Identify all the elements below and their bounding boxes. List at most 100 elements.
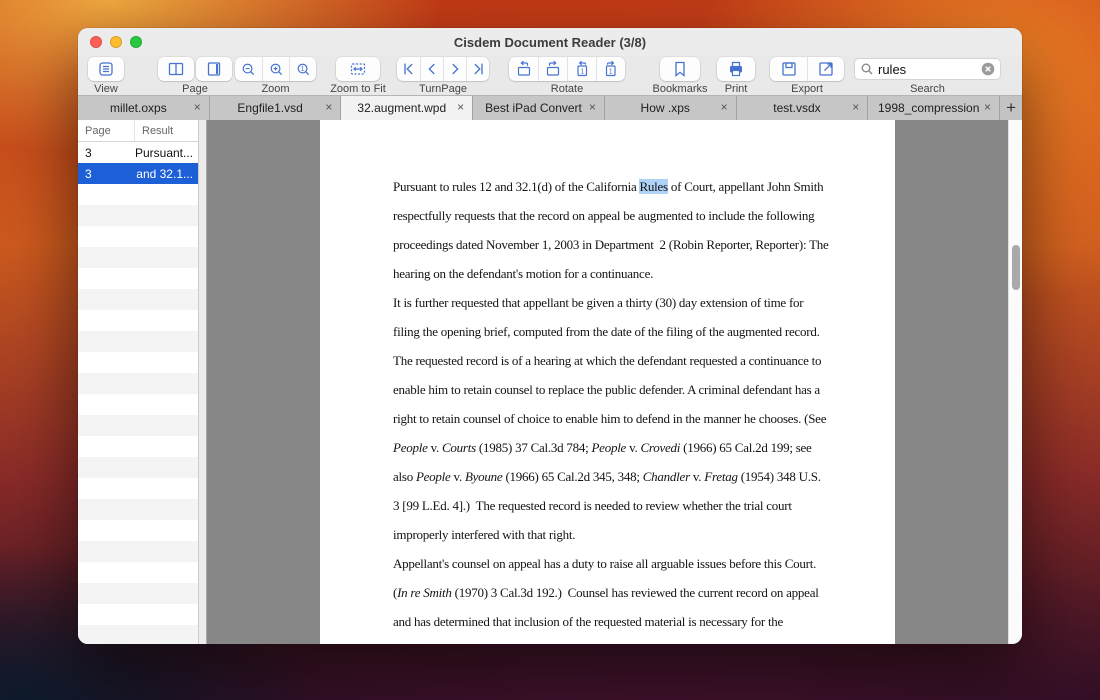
rotate-right-one-icon: 1 [602,60,620,78]
toolbar-label-bookmarks: Bookmarks [652,83,707,95]
app-window: Cisdem Document Reader (3/8) View [78,28,1022,644]
result-row[interactable]: 3and 32.1... [78,163,198,184]
toolbar-group-view: View [88,56,124,96]
sidebar-results: 3Pursuant...3and 32.1... [78,142,198,644]
search-field[interactable] [854,58,1001,80]
facing-pages-button[interactable] [158,57,194,81]
empty-row [78,478,198,499]
toolbar-group-search: Search [854,56,1001,96]
next-page-button[interactable] [443,57,466,81]
tab-close-icon[interactable]: × [718,101,731,114]
toolbar-label-page: Page [182,83,208,95]
document-line: It is further requested that appellant b… [393,288,823,317]
zoom-window-button[interactable] [130,36,142,48]
result-snippet: and 32.1... [102,167,198,181]
column-header-page[interactable]: Page [78,120,135,141]
empty-row [78,520,198,541]
tab-Engfile1.vsd[interactable]: Engfile1.vsd× [210,96,342,120]
empty-row [78,541,198,562]
rotate-right-one-button[interactable]: 1 [596,57,625,81]
document-line: filing the opening brief, computed from … [393,317,823,346]
sidebar-divider[interactable] [198,120,207,644]
toolbar-label-print: Print [725,83,748,95]
rotate-right-button[interactable] [538,57,567,81]
close-window-button[interactable] [90,36,102,48]
rotate-left-button[interactable] [509,57,538,81]
tab-close-icon[interactable]: × [191,101,204,114]
single-page-button[interactable] [196,57,232,81]
document-line: Pursuant to rules 12 and 32.1(d) of the … [393,172,823,201]
svg-text:1: 1 [580,68,584,75]
search-icon [860,62,874,76]
rotate-left-one-button[interactable]: 1 [567,57,596,81]
empty-row [78,583,198,604]
tab-close-icon[interactable]: × [586,101,599,114]
first-page-button[interactable] [397,57,420,81]
bookmark-icon [671,60,689,78]
tab-label: 1998_compression [878,101,979,115]
tab-close-icon[interactable]: × [454,101,467,114]
document-area: Pursuant to rules 12 and 32.1(d) of the … [207,120,1008,644]
search-input[interactable] [874,62,981,77]
view-list-icon [97,60,115,78]
toolbar-label-export: Export [791,83,823,95]
share-icon [817,60,835,78]
single-page-icon [205,60,223,78]
tab-test.vsdx[interactable]: test.vsdx × [737,96,869,120]
result-page-number: 3 [78,167,102,181]
export-save-button[interactable] [770,57,807,81]
column-header-result[interactable]: Result [135,120,198,141]
toolbar-group-turnpage: TurnPage [397,56,489,96]
document-line: also People v. Byoune (1966) 65 Cal.2d 3… [393,462,823,491]
tab-label: Best iPad Convert [485,101,582,115]
tab-close-icon[interactable]: × [849,101,862,114]
empty-row [78,625,198,644]
zoom-in-button[interactable] [262,57,289,81]
view-button[interactable] [88,57,124,81]
toolbar-group-rotate: 1 1 Rotate [509,56,625,96]
export-share-button[interactable] [807,57,844,81]
toolbar-label-zoom-to-fit: Zoom to Fit [330,83,386,95]
tab-label: test.vsdx [773,101,820,115]
tab-label: 32.augment.wpd [357,101,446,115]
tab-close-icon[interactable]: × [322,101,335,114]
tab-How .xps[interactable]: How .xps× [605,96,737,120]
last-page-button[interactable] [466,57,489,81]
document-line: proceedings dated November 1, 2003 in De… [393,230,823,259]
tab-close-icon[interactable]: × [981,101,994,114]
zoom-actual-size-button[interactable]: 1 [289,57,316,81]
tab-1998_compression[interactable]: 1998_compression× [868,96,1000,120]
rotate-right-icon [544,60,562,78]
toolbar-group-export: Export [770,56,844,96]
scrollbar-thumb[interactable] [1012,245,1020,290]
empty-row [78,205,198,226]
previous-page-button[interactable] [420,57,443,81]
document-line: enable him to retain counsel to replace … [393,375,823,404]
svg-text:1: 1 [609,68,613,75]
toolbar-group-bookmarks: Bookmarks [660,56,700,96]
clear-icon[interactable] [981,62,995,76]
empty-row [78,604,198,625]
zoom-to-fit-button[interactable] [336,57,380,81]
minimize-window-button[interactable] [110,36,122,48]
zoom-out-button[interactable] [235,57,262,81]
print-button[interactable] [717,57,755,81]
zoom-in-icon [268,61,285,78]
zoom-out-icon [240,61,257,78]
result-page-number: 3 [78,146,102,160]
empty-row [78,268,198,289]
result-snippet: Pursuant... [102,146,198,160]
tab-Best iPad Convert[interactable]: Best iPad Convert × [473,96,605,120]
title-bar[interactable]: Cisdem Document Reader (3/8) [78,28,1022,56]
new-tab-button[interactable]: + [1000,96,1022,120]
next-page-icon [447,61,463,77]
tab-32.augment.wpd[interactable]: 32.augment.wpd × [341,96,473,120]
document-line: Appellant's counsel on appeal has a duty… [393,549,823,578]
document-line: hearing on the defendant's motion for a … [393,259,823,288]
tab-millet.oxps[interactable]: millet.oxps× [78,96,210,120]
rotate-left-icon [515,60,533,78]
document-line: 3 [99 L.Ed. 4].) The requested record is… [393,491,823,520]
vertical-scrollbar[interactable] [1008,120,1022,644]
result-row[interactable]: 3Pursuant... [78,142,198,163]
bookmarks-button[interactable] [660,57,700,81]
